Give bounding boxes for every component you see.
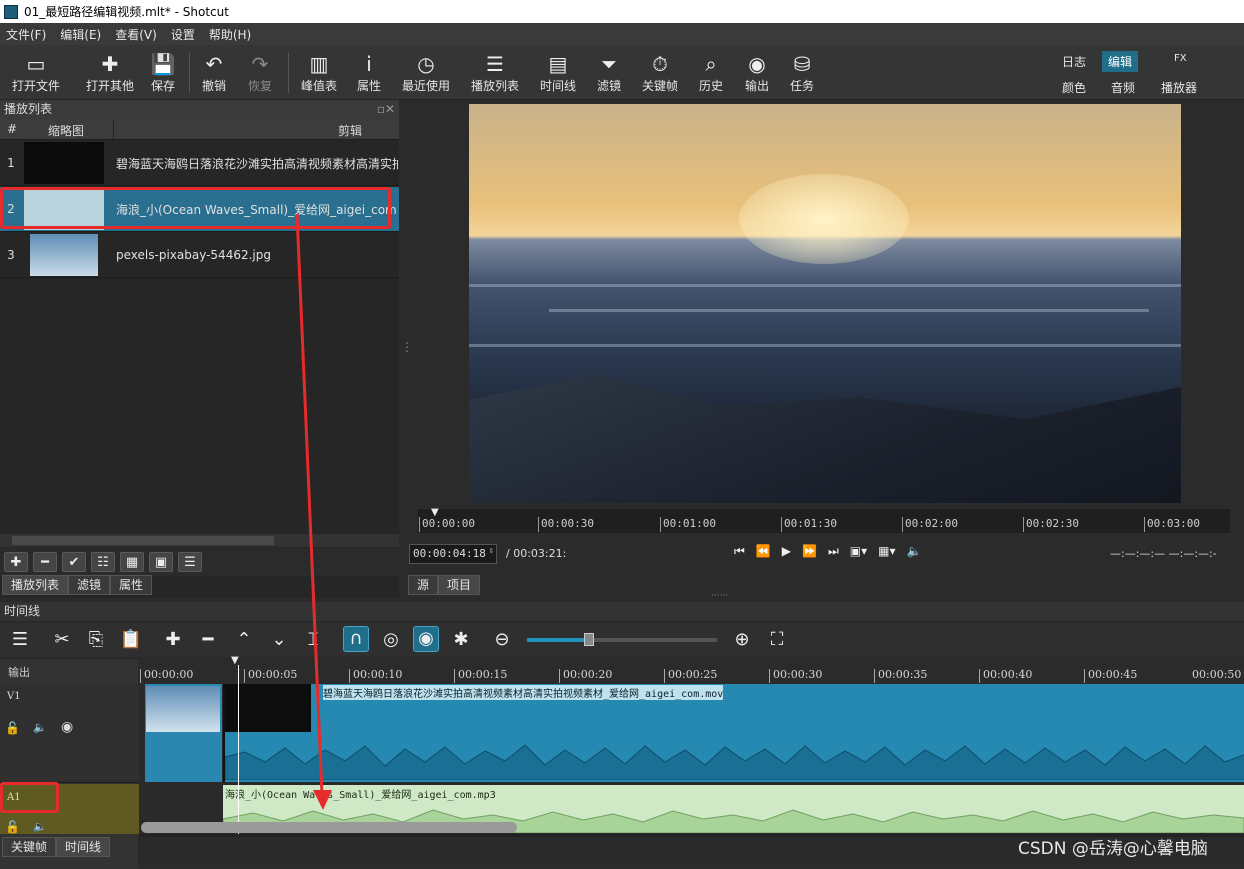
watermark: CSDN @岳涛@心馨电脑 <box>1018 839 1208 859</box>
tab-keyframes[interactable]: 关键帧 <box>2 837 57 857</box>
bottom-tabs: 关键帧 时间线 <box>2 837 111 859</box>
tab-timeline[interactable]: 时间线 <box>56 837 111 857</box>
annotation-arrow <box>295 213 332 810</box>
